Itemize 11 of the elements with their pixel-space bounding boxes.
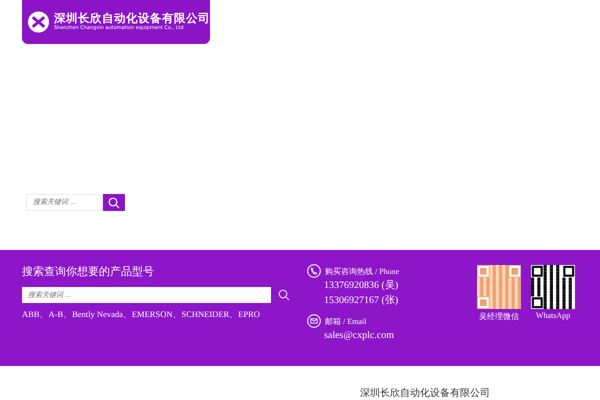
qr-caption: 吴经理微信 [479,311,519,322]
company-name: 深圳长欣自动化设备有限公司 [360,386,490,400]
brand-list: ABB、A-B、Bently Nevada、EMERSON、SCHNEIDER、EPRO [22,309,307,321]
phone-number: 13376920836 (吴) [323,279,400,293]
company-name: 深圳长欣自动化设备有限公司 [54,12,210,24]
phone-label: 购买咨询热线 / Phone [325,266,400,276]
email-address[interactable]: sales@cxplc.com [307,329,477,343]
phone-number: 15306927167 (张) [323,294,400,308]
search-heading: 搜索查询你想要的产品型号 [22,264,155,279]
qr-caption: WhatsApp [536,311,570,320]
email-label: 邮箱 / Email [325,316,366,326]
